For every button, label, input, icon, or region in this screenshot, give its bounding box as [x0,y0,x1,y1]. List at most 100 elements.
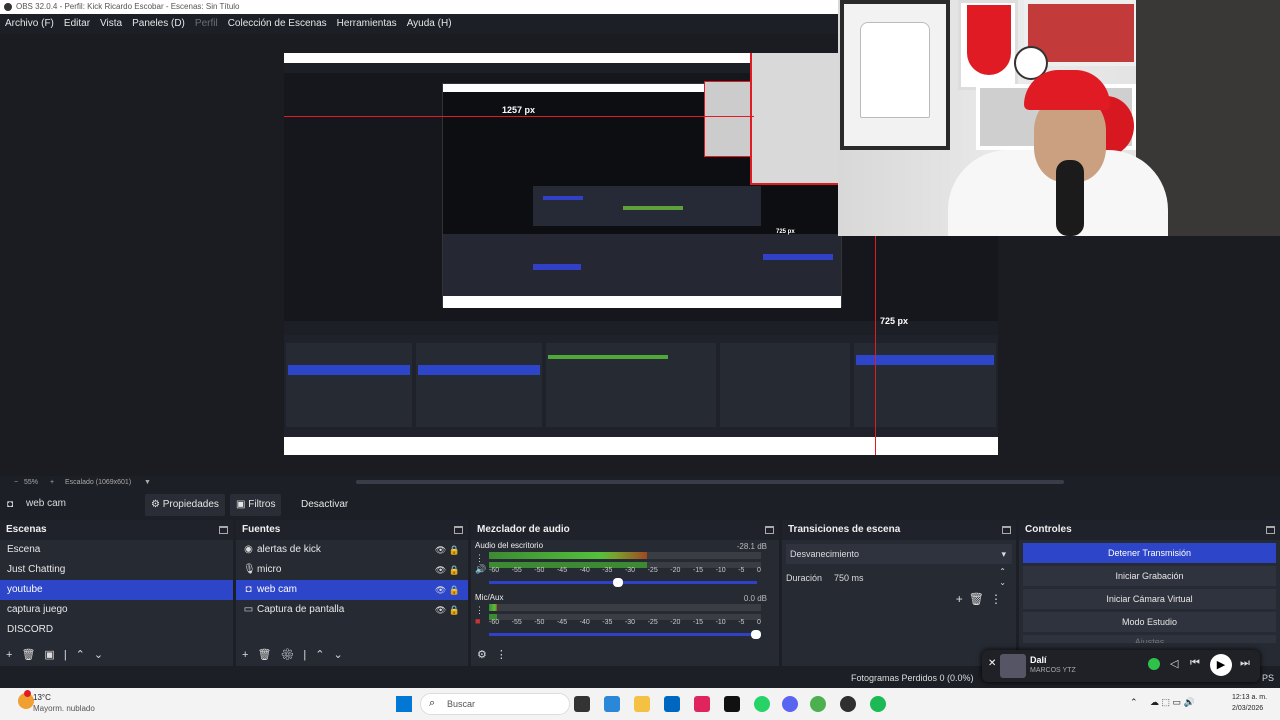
volume-icon[interactable]: ◁ [1170,657,1178,670]
eye-icon[interactable]: 👁 [435,545,446,555]
menu-paneles[interactable]: Paneles (D) [132,14,185,34]
muted-icon[interactable]: ■ [475,616,480,626]
lock-icon[interactable]: 🔒 [449,565,460,575]
move-up-icon[interactable]: ⌃ [315,649,333,661]
clock-date[interactable]: 2/03/2026 [1232,705,1263,712]
gear-icon[interactable]: ⚙ [280,649,303,661]
whatsapp-icon[interactable] [754,696,770,712]
weather-temp[interactable]: 13°C [33,693,51,702]
trash-icon[interactable]: 🗑 [969,592,990,606]
fader-knob[interactable] [613,578,623,587]
widgets-icon[interactable] [604,696,620,712]
kebab-menu-icon[interactable]: ⋮ [475,553,484,563]
meter-tick-label: -10 [715,567,726,574]
filters-button[interactable]: ▣ Filtros [230,494,282,516]
properties-button[interactable]: ⚙ Propiedades [145,494,225,516]
duration-stepper[interactable]: ⌃ ⌄ [999,566,1006,588]
menu-editar[interactable]: Editar [64,14,90,34]
advanced-audio-icon[interactable]: ⚙ [477,649,496,661]
filter-icon[interactable]: ▣ [44,649,63,661]
source-item[interactable]: ◉ alertas de kick 👁 🔒 [236,540,468,560]
scene-item[interactable]: DISCORD [0,620,233,640]
menu-bar: Archivo (F) Editar Vista Paneles (D) Per… [0,14,840,34]
dock-float-icon[interactable] [765,526,774,534]
scene-item[interactable]: Just Chatting [0,560,233,580]
task-view-icon[interactable] [574,696,590,712]
search-box[interactable]: ⌕ Buscar [420,693,570,715]
dock-float-icon[interactable] [219,526,228,534]
volume-icon[interactable]: 🔊 [475,564,486,574]
add-icon[interactable]: + [242,649,257,661]
transition-select[interactable]: Desvanecimiento ▾ [786,544,1012,564]
studio-mode-button[interactable]: Modo Estudio [1023,612,1276,632]
kebab-menu-icon[interactable]: ⋮ [475,605,484,615]
source-item-selected[interactable]: ◘ web cam 👁 🔒 [236,580,468,600]
eye-icon[interactable]: 👁 [435,605,446,615]
scene-item[interactable]: Escena [0,540,233,560]
meter-tick-label: -15 [692,619,704,626]
fader-knob[interactable] [751,630,761,639]
capcut-icon[interactable] [694,696,710,712]
meter-tick-label: -30 [624,567,636,574]
settings-button[interactable]: Ajustes [1023,635,1276,643]
source-item[interactable]: 🎙micro 👁 🔒 [236,560,468,580]
lock-icon[interactable]: 🔒 [449,605,460,615]
move-up-icon[interactable]: ⌃ [76,649,94,661]
deactivate-button[interactable]: Desactivar [295,494,354,516]
scale-mode[interactable]: Escalado (1069x601) [65,476,131,490]
preview-scrollbar[interactable] [356,480,1064,484]
lock-icon[interactable]: 🔒 [449,585,460,595]
trash-icon[interactable]: 🗑 [21,649,44,661]
add-icon[interactable]: + [956,592,969,606]
dock-float-icon[interactable] [1002,526,1011,534]
stop-stream-button[interactable]: Detener Transmisión [1023,543,1276,563]
menu-ayuda[interactable]: Ayuda (H) [407,14,452,34]
play-icon[interactable]: ▶ [1210,654,1232,676]
eye-icon[interactable]: 👁 [435,565,446,575]
zoom-minus-icon[interactable]: − [14,476,18,490]
tray-icons[interactable]: ☁ ⬚ ▭ 🔊 [1150,697,1195,708]
next-icon[interactable]: ⏭ [1240,657,1250,670]
zoom-level[interactable]: 55% [24,476,38,490]
volume-fader[interactable] [489,578,757,587]
move-down-icon[interactable]: ⌄ [333,649,351,661]
album-art [1000,654,1026,678]
virtual-camera-button[interactable]: Iniciar Cámara Virtual⚙ [1023,589,1276,609]
duration-row: Duración 750 ms ⌃ ⌄ [786,566,1012,588]
media-player-widget[interactable]: ✕ Dalí MARCOS YTZ ◁ ⏮ ▶ ⏭ [982,650,1260,682]
scene-item[interactable]: captura juego [0,600,233,620]
obs-icon[interactable] [840,696,856,712]
windows-start-icon[interactable] [396,696,412,712]
zoom-plus-icon[interactable]: + [50,476,54,490]
menu-vista[interactable]: Vista [100,14,122,34]
dock-float-icon[interactable] [1266,526,1275,534]
menu-coleccion-escenas[interactable]: Colección de Escenas [228,14,327,34]
menu-perfil[interactable]: Perfil [195,14,218,34]
duration-input[interactable]: 750 ms [834,568,864,588]
kebab-menu-icon[interactable]: ⋮ [990,592,1008,606]
move-down-icon[interactable]: ⌄ [94,649,112,661]
trash-icon[interactable]: 🗑 [257,649,280,661]
volume-fader[interactable] [489,630,761,639]
start-recording-button[interactable]: Iniciar Grabación [1023,566,1276,586]
clock-time[interactable]: 12:13 a. m. [1232,694,1267,701]
eye-icon[interactable]: 👁 [435,585,446,595]
menu-archivo[interactable]: Archivo (F) [5,14,54,34]
scene-item-selected[interactable]: youtube [0,580,233,600]
weather-desc[interactable]: Mayorm. nublado [33,704,95,713]
chevron-up-icon[interactable]: ⌃ [1130,697,1138,708]
store-icon[interactable] [664,696,680,712]
tiktok-icon[interactable] [724,696,740,712]
add-icon[interactable]: + [6,649,21,661]
source-item[interactable]: ▭ Captura de pantalla 👁 🔒 [236,600,468,620]
chevron-down-icon[interactable]: ▼ [144,476,151,490]
chrome-icon[interactable] [810,696,826,712]
menu-herramientas[interactable]: Herramientas [337,14,397,34]
kebab-menu-icon[interactable]: ⋮ [496,649,516,661]
lock-icon[interactable]: 🔒 [449,545,460,555]
discord-icon[interactable] [782,696,798,712]
spotify-icon[interactable] [870,696,886,712]
previous-icon[interactable]: ⏮ [1190,657,1200,670]
dock-float-icon[interactable] [454,526,463,534]
file-explorer-icon[interactable] [634,696,650,712]
